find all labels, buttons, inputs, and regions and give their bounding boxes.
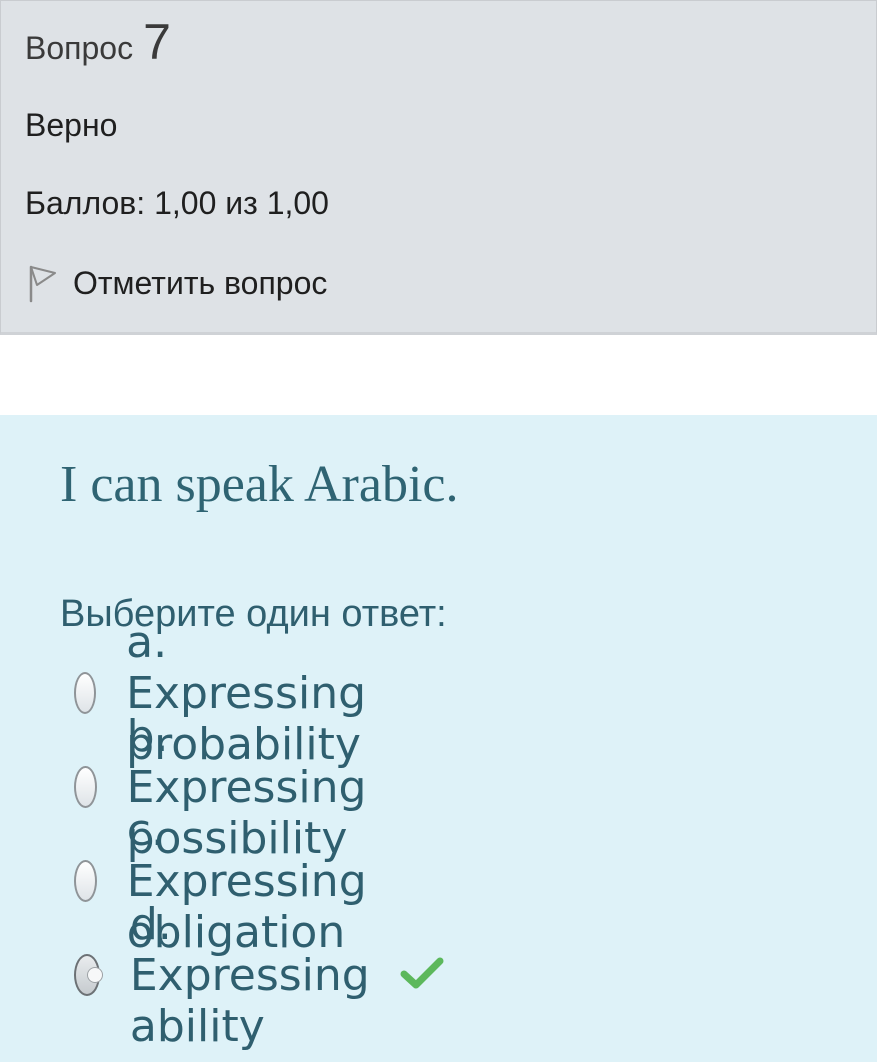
flag-question-label: Отметить вопрос <box>73 264 328 301</box>
question-number: 7 <box>143 14 171 70</box>
radio-button-selected[interactable] <box>74 954 103 996</box>
question-text: I can speak Arabic. <box>60 456 459 513</box>
checkmark-icon <box>400 956 444 995</box>
answer-label: d. Expressing ability <box>129 898 370 1052</box>
flag-icon <box>27 263 59 303</box>
question-grade: Баллов: 1,00 из 1,00 <box>25 185 329 221</box>
question-content-panel: I can speak Arabic. Выберите один ответ:… <box>0 415 877 1062</box>
question-label: Вопрос <box>25 30 134 66</box>
radio-button[interactable] <box>74 766 97 808</box>
flag-question-link[interactable]: Отметить вопрос <box>27 263 327 303</box>
radio-button[interactable] <box>74 672 97 714</box>
answer-option-d[interactable]: d. Expressing ability <box>74 899 444 1052</box>
question-title: Вопрос 7 <box>25 17 171 67</box>
question-state: Верно <box>25 107 118 143</box>
radio-button[interactable] <box>74 860 97 902</box>
question-info-panel: Вопрос 7 Верно Баллов: 1,00 из 1,00 Отме… <box>0 0 877 335</box>
